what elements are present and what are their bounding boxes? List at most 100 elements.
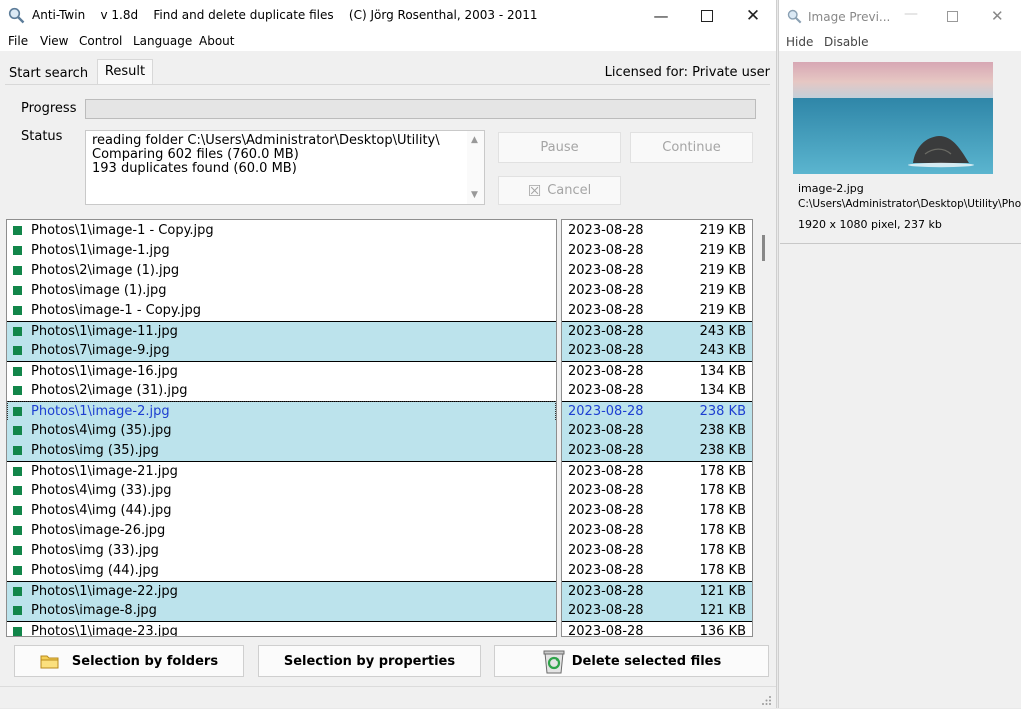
- file-row[interactable]: Photos\img (35).jpg: [7, 441, 556, 461]
- menu-language[interactable]: Language: [133, 34, 192, 48]
- file-info-row[interactable]: 2023-08-28 238 KB: [562, 441, 752, 461]
- scroll-down-icon[interactable]: ▼: [471, 190, 478, 200]
- file-row[interactable]: Photos\1\image-22.jpg: [7, 581, 556, 602]
- file-row[interactable]: Photos\image-1 - Copy.jpg: [7, 301, 556, 321]
- tab-result[interactable]: Result: [97, 59, 153, 85]
- file-info-row[interactable]: 2023-08-28 134 KB: [562, 381, 752, 401]
- file-info-row[interactable]: 2023-08-28 219 KB: [562, 241, 752, 261]
- file-info-row[interactable]: 2023-08-28 178 KB: [562, 521, 752, 541]
- resize-grip-icon[interactable]: [762, 696, 772, 706]
- file-marker-icon: [13, 226, 22, 235]
- file-row[interactable]: Photos\4\img (44).jpg: [7, 501, 556, 521]
- status-bar: [0, 686, 776, 709]
- file-row[interactable]: Photos\img (44).jpg: [7, 561, 556, 581]
- delete-selected-files-button[interactable]: Delete selected files: [494, 645, 769, 677]
- scroll-up-icon[interactable]: ▲: [471, 135, 478, 145]
- file-row[interactable]: Photos\1\image-21.jpg: [7, 461, 556, 482]
- file-size: 178 KB: [699, 503, 746, 518]
- file-info-row[interactable]: 2023-08-28 178 KB: [562, 561, 752, 581]
- file-size: 134 KB: [699, 364, 746, 379]
- file-info-row[interactable]: 2023-08-28 219 KB: [562, 261, 752, 281]
- file-date: 2023-08-28: [568, 543, 644, 558]
- preview-menu-hide[interactable]: Hide: [786, 35, 813, 49]
- file-marker-icon: [13, 486, 22, 495]
- file-info-row[interactable]: 2023-08-28 178 KB: [562, 461, 752, 482]
- file-info-row[interactable]: 2023-08-28 243 KB: [562, 341, 752, 361]
- file-info-row[interactable]: 2023-08-28 219 KB: [562, 301, 752, 321]
- file-row[interactable]: Photos\7\image-9.jpg: [7, 341, 556, 361]
- file-info-row[interactable]: 2023-08-28 134 KB: [562, 361, 752, 382]
- file-info-row[interactable]: 2023-08-28 178 KB: [562, 481, 752, 501]
- file-row[interactable]: Photos\1\image-1 - Copy.jpg: [7, 221, 556, 241]
- status-textbox[interactable]: reading folder C:\Users\Administrator\De…: [85, 130, 485, 205]
- file-row[interactable]: Photos\image (1).jpg: [7, 281, 556, 301]
- file-info-row[interactable]: 2023-08-28 243 KB: [562, 321, 752, 342]
- file-size: 238 KB: [699, 443, 746, 458]
- file-info-row[interactable]: 2023-08-28 121 KB: [562, 581, 752, 602]
- file-row[interactable]: Photos\img (33).jpg: [7, 541, 556, 561]
- menu-about[interactable]: About: [199, 34, 234, 48]
- maximize-button[interactable]: [684, 0, 730, 31]
- file-row[interactable]: Photos\2\image (31).jpg: [7, 381, 556, 401]
- file-size: 219 KB: [699, 303, 746, 318]
- file-name-list[interactable]: Photos\1\image-1 - Copy.jpg Photos\1\imag…: [6, 219, 557, 637]
- file-info-row[interactable]: 2023-08-28 238 KB: [562, 421, 752, 441]
- preview-title-bar[interactable]: Image Previ... — ✕: [779, 0, 1021, 33]
- delete-selected-files-label: Delete selected files: [571, 653, 722, 669]
- pause-button[interactable]: Pause: [498, 132, 621, 163]
- file-info-row[interactable]: 2023-08-28 219 KB: [562, 221, 752, 241]
- minimize-icon: —: [653, 6, 669, 25]
- file-info-row[interactable]: 2023-08-28 121 KB: [562, 601, 752, 621]
- file-list-scrollbar[interactable]: [755, 219, 771, 637]
- title-bar[interactable]: Anti-Twin v 1.8d Find and delete duplica…: [0, 0, 776, 31]
- file-row[interactable]: Photos\image-26.jpg: [7, 521, 556, 541]
- file-row[interactable]: Photos\1\image-2.jpg: [7, 401, 556, 422]
- minimize-icon[interactable]: —: [904, 6, 918, 22]
- file-info-row[interactable]: 2023-08-28 219 KB: [562, 281, 752, 301]
- maximize-icon[interactable]: [947, 11, 958, 22]
- file-row[interactable]: Photos\4\img (33).jpg: [7, 481, 556, 501]
- file-info-row[interactable]: 2023-08-28 178 KB: [562, 541, 752, 561]
- scroll-thumb[interactable]: [762, 235, 765, 261]
- file-row[interactable]: Photos\1\image-1.jpg: [7, 241, 556, 261]
- preview-menu-disable[interactable]: Disable: [824, 35, 869, 49]
- file-name: Photos\1\image-16.jpg: [31, 364, 178, 379]
- file-size: 219 KB: [699, 283, 746, 298]
- tab-start-search[interactable]: Start search: [3, 63, 95, 85]
- recycle-bin-icon: [543, 650, 565, 674]
- file-info-list[interactable]: 2023-08-28 219 KB 2023-08-28 219 KB 2023-08-…: [561, 219, 753, 637]
- file-name: Photos\image-26.jpg: [31, 523, 166, 538]
- file-row[interactable]: Photos\4\img (35).jpg: [7, 421, 556, 441]
- selection-by-properties-button[interactable]: Selection by properties: [258, 645, 481, 677]
- file-name: Photos\1\image-11.jpg: [31, 324, 178, 339]
- menu-view[interactable]: View: [40, 34, 68, 48]
- file-name: Photos\7\image-9.jpg: [31, 343, 170, 358]
- close-icon[interactable]: ✕: [991, 7, 1004, 25]
- file-row[interactable]: Photos\1\image-16.jpg: [7, 361, 556, 382]
- file-date: 2023-08-28: [568, 423, 644, 438]
- status-scrollbar[interactable]: ▲ ▼: [467, 131, 484, 204]
- folder-icon: [40, 655, 59, 669]
- status-line: Comparing 602 files (760.0 MB): [92, 147, 299, 162]
- menu-control[interactable]: Control: [79, 34, 122, 48]
- close-button[interactable]: ✕: [730, 0, 776, 31]
- preview-menu-bar: Hide Disable: [779, 33, 1021, 51]
- minimize-button[interactable]: —: [638, 0, 684, 31]
- selection-by-folders-button[interactable]: Selection by folders: [14, 645, 244, 677]
- app-name: Anti-Twin: [32, 8, 86, 22]
- file-marker-icon: [13, 446, 22, 455]
- file-marker-icon: [13, 546, 22, 555]
- file-row[interactable]: Photos\1\image-11.jpg: [7, 321, 556, 342]
- menu-file[interactable]: File: [8, 34, 28, 48]
- file-row[interactable]: Photos\image-8.jpg: [7, 601, 556, 621]
- file-info-row[interactable]: 2023-08-28 238 KB: [562, 401, 752, 422]
- file-info-row[interactable]: 2023-08-28 136 KB: [562, 621, 752, 636]
- file-row[interactable]: Photos\1\image-23.jpg: [7, 621, 556, 636]
- file-info-row[interactable]: 2023-08-28 178 KB: [562, 501, 752, 521]
- file-size: 219 KB: [699, 243, 746, 258]
- preview-path: C:\Users\Administrator\Desktop\Utility\P…: [798, 198, 1021, 210]
- file-row[interactable]: Photos\2\image (1).jpg: [7, 261, 556, 281]
- continue-button[interactable]: Continue: [630, 132, 753, 163]
- cancel-button[interactable]: ☒ Cancel: [498, 176, 621, 205]
- file-name: Photos\image-8.jpg: [31, 603, 157, 618]
